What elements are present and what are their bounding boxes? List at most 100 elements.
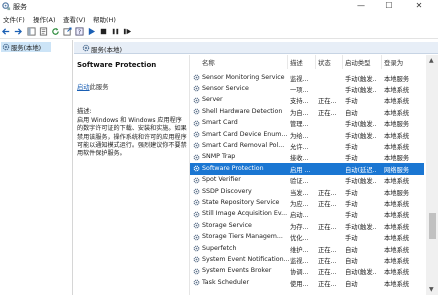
service-row[interactable]: SSDP Discovery 当发... 正在... 手动 本地服务 [190,186,424,197]
gear-icon [193,97,200,104]
menu-help[interactable]: 帮助(H) [93,14,116,24]
pane-header: 服务(本地) [74,42,438,54]
scroll-up-icon[interactable]: ▲ [429,57,434,64]
service-logon-cell: 本地系统 [384,109,410,117]
service-row[interactable]: System Events Broker 协调... 正在... 自动(触发... 本地… [190,266,424,277]
service-row[interactable]: Sensor Service 一项... 手动(触发... 本地系统 [190,83,424,94]
service-name-cell: Smart Card Removal Pol... [202,141,285,149]
menu-action[interactable]: 操作(A) [33,14,56,24]
service-logon-cell: 本地系统 [384,212,410,220]
column-divider[interactable] [381,55,382,69]
column-divider[interactable] [287,55,288,69]
restart-icon[interactable] [123,27,132,36]
service-desc-cell: 监视... [290,257,309,265]
properties-icon[interactable] [39,27,48,36]
services-app-icon [2,2,11,11]
forward-arrow-icon[interactable] [13,27,22,36]
start-service-line: 启动此服务 [77,82,108,91]
service-logon-cell: 本地系统 [384,98,410,106]
minimize-icon[interactable]: — [350,0,372,13]
service-row[interactable]: Smart Card 管理... 手动(触发... 本地服务 [190,118,424,129]
service-startup-cell: 手动 [345,235,358,243]
service-name-cell: Still Image Acquisition Ev... [202,210,288,218]
tree-item-label: 服务(本地) [11,45,42,52]
svg-text:?: ? [78,29,81,36]
service-name-cell: Smart Card [202,119,238,127]
service-name-cell: Superfetch [202,244,237,252]
service-row[interactable]: Superfetch 维护... 正在... 自动 本地系统 [190,243,424,254]
tree-pane: 服务(本地) [0,40,73,295]
gear-icon [82,44,90,52]
service-name-cell: Spot Verifier [202,176,241,184]
service-status-cell: 正在... [318,280,337,288]
service-logon-cell: 本地系统 [384,86,410,94]
scroll-down-icon[interactable]: ▼ [429,286,434,293]
service-status-cell: 正在... [318,246,337,254]
service-startup-cell: 手动(触发... [345,223,377,231]
service-row[interactable]: Task Scheduler 使用... 正在... 自动 本地系统 [190,277,424,288]
console-icon[interactable] [27,27,36,36]
gear-icon [193,143,200,149]
service-row[interactable]: Smart Card Device Enum... 为给... 手动(触发... 本地… [190,129,424,140]
service-desc-cell: 为存... [290,223,309,231]
service-name-cell: Storage Tiers Managem... [202,233,283,241]
service-row[interactable]: SNMP Trap 接收... 手动 本地服务 [190,152,424,163]
service-desc-cell: 接收... [290,155,309,163]
service-desc-cell: 为给... [290,132,309,140]
gear-icon [193,154,200,161]
gear-icon [193,165,200,172]
service-row[interactable]: Storage Service 为存... 正在... 手动(触发... 本地系统 [190,220,424,231]
service-startup-cell: 自动(延迟... [345,166,377,174]
stop-icon[interactable] [99,27,108,36]
vertical-scrollbar[interactable]: ▲ ▼ [426,55,438,295]
column-divider[interactable] [342,55,343,69]
service-row[interactable]: Storage Tiers Managem... 优化... 手动 本地系统 [190,232,424,243]
maximize-icon[interactable]: ☐ [378,0,400,13]
service-row[interactable]: Still Image Acquisition Ev... 启动... 手动 本地系统 [190,209,424,220]
service-row[interactable]: Software Protection 启用 ... 自动(延迟... 网络服务 [190,163,424,175]
start-service-suffix: 此服务 [89,84,109,91]
service-row[interactable]: Spot Verifier 验证... 手动(触发... 本地系统 [190,175,424,186]
gear-icon [193,108,200,115]
column-header-status[interactable]: 状态 [318,58,331,67]
column-divider[interactable] [315,55,316,69]
toolbar: ? [0,25,438,39]
service-startup-cell: 自动 [345,109,358,117]
menu-file[interactable]: 文件(F) [3,14,25,24]
export-icon[interactable] [63,27,72,36]
column-header-startup-type[interactable]: 启动类型 [345,58,371,67]
column-header-description[interactable]: 描述 [290,58,303,67]
menu-view[interactable]: 查看(V) [63,14,86,24]
service-name-cell: State Repository Service [202,198,280,206]
start-service-link[interactable]: 启动 [77,84,90,91]
column-header-name[interactable]: 名称 [202,58,215,67]
service-name-cell: System Events Broker [202,267,272,275]
refresh-icon[interactable] [51,27,60,36]
help-icon[interactable]: ? [75,27,84,36]
service-status-cell: 正在... [318,257,337,265]
service-row[interactable]: State Repository Service 为应... 正在... 手动 本地系统 [190,197,424,208]
service-logon-cell: 本地系统 [384,257,410,265]
services-list: 名称 描述 状态 启动类型 登录为 Sensor Monitoring Serv… [189,55,438,295]
play-icon[interactable] [87,27,96,36]
service-logon-cell: 本地系统 [384,178,410,186]
service-status-cell: 正在... [318,223,337,231]
service-name-cell: SNMP Trap [202,153,236,161]
service-row[interactable]: Sensor Monitoring Service 监视... 手动(触发... 本地… [190,72,424,83]
back-arrow-icon[interactable] [2,27,11,36]
service-logon-cell: 本地系统 [384,269,410,277]
service-row[interactable]: System Event Notification... 监视... 正在... 自动… [190,254,424,265]
tree-item-local-services[interactable]: 服务(本地) [1,42,51,52]
service-row[interactable]: Server 支持... 正在... 手动 本地系统 [190,95,424,106]
scrollbar-thumb[interactable] [429,213,436,239]
column-header-logon-as[interactable]: 登录为 [384,58,403,67]
close-icon[interactable]: ✕ [408,0,430,13]
service-name-cell: Sensor Monitoring Service [202,73,285,81]
service-desc-cell: 支持... [290,98,309,106]
service-row[interactable]: Smart Card Removal Pol... 允许... 手动 本地系统 [190,140,424,151]
service-row[interactable]: Shell Hardware Detection 为自... 正在... 自动 本地系统 [190,106,424,117]
service-logon-cell: 本地系统 [384,132,410,140]
service-desc-cell: 为自... [290,109,309,117]
pause-icon[interactable] [111,27,120,36]
service-name-cell: Sensor Service [202,84,249,92]
